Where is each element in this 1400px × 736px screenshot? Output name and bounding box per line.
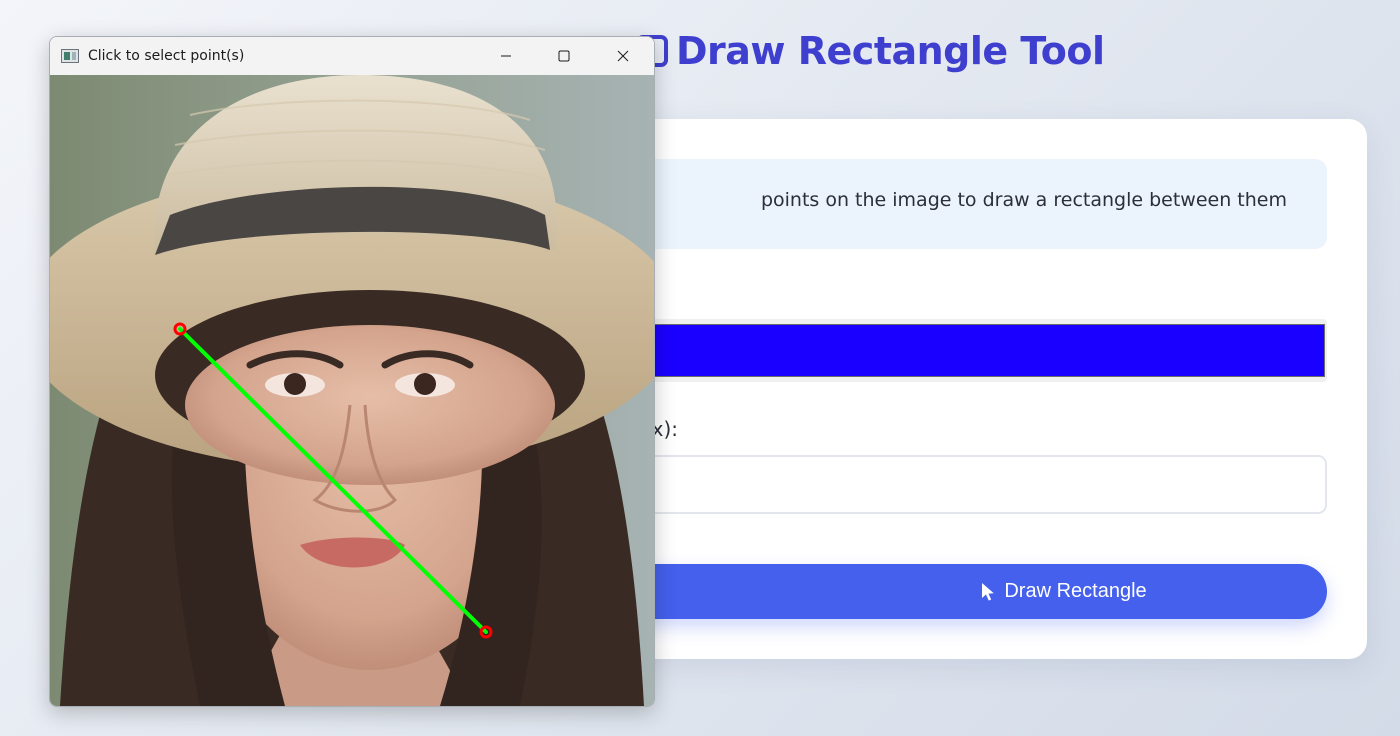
window-titlebar[interactable]: Click to select point(s): [50, 37, 654, 75]
mouse-pointer-icon: [980, 582, 996, 602]
maximize-button[interactable]: [535, 37, 593, 75]
window-title: Click to select point(s): [88, 48, 245, 64]
minimize-icon: [501, 55, 511, 57]
thickness-input[interactable]: [580, 455, 1327, 514]
close-icon: [617, 50, 629, 62]
maximize-icon: [558, 50, 570, 62]
portrait-image[interactable]: [50, 75, 654, 706]
minimize-button[interactable]: [477, 37, 535, 75]
page-title: Draw Rectangle Tool: [636, 26, 1105, 76]
color-swatch: [582, 324, 1325, 377]
draw-rectangle-button[interactable]: Draw Rectangle: [580, 564, 1327, 619]
draw-rectangle-button-label: Draw Rectangle: [1004, 580, 1147, 602]
image-window-icon: [61, 49, 79, 63]
color-picker[interactable]: [580, 319, 1327, 382]
instructions-box: points on the image to draw a rectangle …: [580, 159, 1327, 249]
main-card: points on the image to draw a rectangle …: [560, 119, 1367, 659]
instructions-text: points on the image to draw a rectangle …: [760, 189, 1287, 211]
image-window: Click to select point(s): [49, 36, 655, 707]
close-button[interactable]: [594, 37, 652, 75]
page-title-text: Draw Rectangle Tool: [676, 29, 1105, 73]
